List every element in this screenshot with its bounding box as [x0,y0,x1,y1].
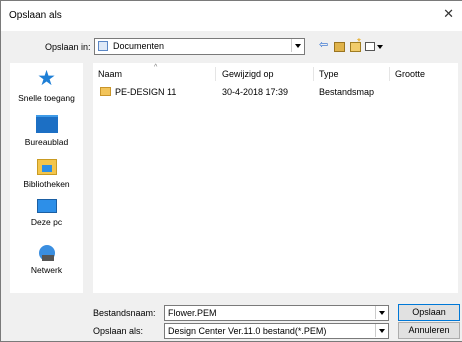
save-as-dialog: Opslaan als ✕ Opslaan in: Documenten ⇦ ★… [0,0,462,342]
chevron-down-icon[interactable] [375,324,388,337]
place-label: Deze pc [30,217,63,227]
column-header-name[interactable]: Naam [98,69,122,79]
up-folder-icon[interactable] [334,42,345,52]
sort-ascending-icon: ^ [154,64,158,71]
column-divider[interactable] [215,67,216,81]
chevron-down-icon[interactable] [291,39,304,52]
desktop-icon [35,115,58,133]
file-type: Bestandsmap [319,87,375,97]
place-desktop[interactable]: Bureaublad [10,115,83,147]
folder-icon [100,87,111,96]
network-icon [37,245,57,261]
documents-folder-icon [98,41,108,51]
place-label: Netwerk [30,265,63,275]
place-this-pc[interactable]: Deze pc [10,199,83,227]
column-header-modified[interactable]: Gewijzigd op [222,69,274,79]
places-bar: ★ Snelle toegang Bureaublad Bibliotheken… [10,63,83,293]
place-network[interactable]: Netwerk [10,245,83,275]
title-bar: Opslaan als ✕ [1,1,462,31]
chevron-down-icon[interactable] [375,306,388,319]
filename-label: Bestandsnaam: [93,308,156,318]
libraries-icon [36,159,57,175]
file-name: PE-DESIGN 11 [115,87,177,97]
quick-access-star-icon: ★ [37,67,56,90]
back-icon[interactable]: ⇦ [319,39,328,52]
column-header-size[interactable]: Grootte [395,69,425,79]
place-quick-access[interactable]: ★ Snelle toegang [10,67,83,103]
file-modified: 30-4-2018 17:39 [222,87,289,97]
look-in-dropdown[interactable]: Documenten [94,38,305,55]
view-menu-icon[interactable] [365,42,375,51]
place-label: Snelle toegang [18,93,75,103]
filetype-value: Design Center Ver.11.0 bestand(*.PEM) [168,326,327,336]
place-label: Bureaublad [24,137,69,147]
this-pc-icon [36,199,57,213]
column-divider[interactable] [313,67,314,81]
filetype-label: Opslaan als: [93,326,144,336]
filetype-select[interactable]: Design Center Ver.11.0 bestand(*.PEM) [164,323,389,339]
new-folder-icon[interactable] [350,36,361,52]
column-divider[interactable] [389,67,390,81]
filename-value: Flower.PEM [168,308,217,318]
look-in-label: Opslaan in: [45,42,91,52]
column-header-type[interactable]: Type [319,69,339,79]
look-in-value: Documenten [113,41,165,51]
window-title: Opslaan als [9,10,62,21]
place-label: Bibliotheken [23,179,70,189]
file-row[interactable]: PE-DESIGN 11 30-4-2018 17:39 Bestandsmap [93,85,458,99]
view-menu-arrow-icon[interactable] [377,45,383,49]
cancel-button[interactable]: Annuleren [398,322,460,339]
place-libraries[interactable]: Bibliotheken [10,159,83,189]
close-icon[interactable]: ✕ [443,6,454,22]
file-list[interactable]: ^ Naam Gewijzigd op Type Grootte PE-DESI… [93,63,458,293]
save-button[interactable]: Opslaan [398,304,460,321]
filename-input[interactable]: Flower.PEM [164,305,389,321]
